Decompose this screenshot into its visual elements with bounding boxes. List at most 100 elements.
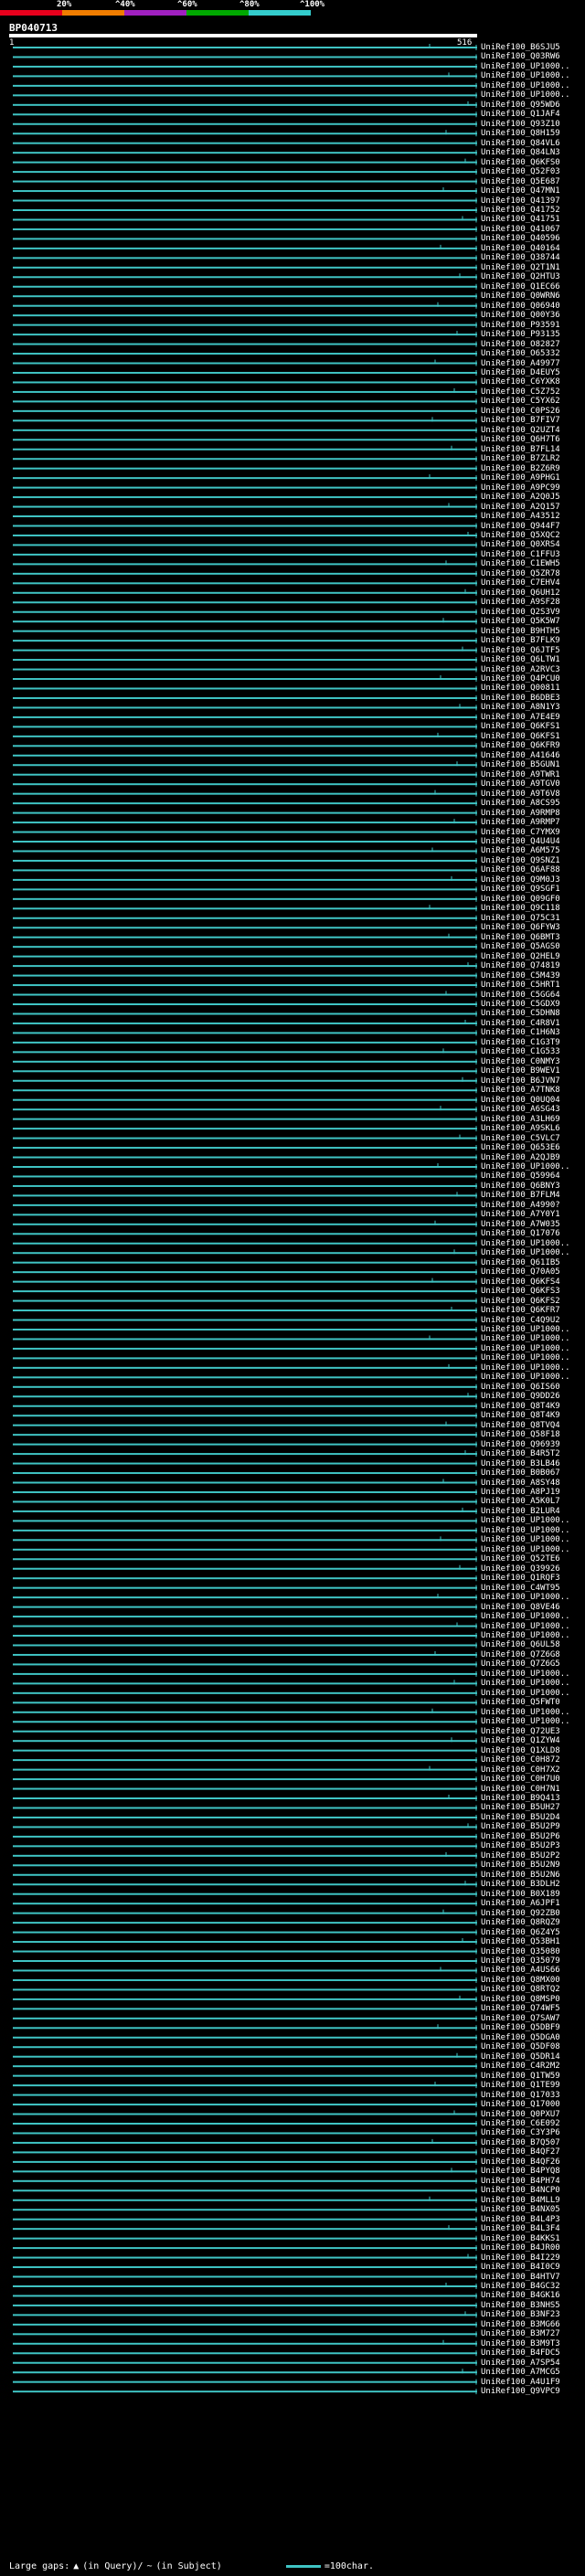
hit-label[interactable]: UniRef100_Q1ZYW4 [481,1736,560,1745]
hit-label[interactable]: UniRef100_Q6FYW3 [481,923,560,932]
hit-label[interactable]: UniRef100_B6DBE3 [481,694,560,703]
hit-bar[interactable] [13,2295,477,2297]
hit-bar[interactable] [13,1079,477,1082]
hit-label[interactable]: UniRef100_Q6AF88 [481,865,560,875]
hit-label[interactable]: UniRef100_A9PC99 [481,483,560,493]
hit-label[interactable]: UniRef100_Q6IS60 [481,1383,560,1392]
hit-label[interactable]: UniRef100_B7FL14 [481,445,560,454]
hit-bar[interactable] [13,1682,477,1685]
hit-label[interactable]: UniRef100_Q35080 [481,1947,560,1956]
hit-label[interactable]: UniRef100_C5VLC7 [481,1134,560,1143]
hit-bar[interactable] [13,726,477,728]
hit-label[interactable]: UniRef100_C0NMY3 [481,1057,560,1066]
hit-bar[interactable] [13,1635,477,1638]
hit-bar[interactable] [13,496,477,499]
hit-label[interactable]: UniRef100_B4NX05 [481,2205,560,2214]
hit-bar[interactable] [13,2027,477,2030]
hit-label[interactable]: UniRef100_UP1000.. [481,1622,570,1631]
hit-label[interactable]: UniRef100_B2LUR4 [481,1507,560,1516]
hit-bar[interactable] [13,2074,477,2077]
hit-label[interactable]: UniRef100_UP1000.. [481,1516,570,1525]
hit-bar[interactable] [13,1711,477,1713]
hit-bar[interactable] [13,2141,477,2144]
hit-bar[interactable] [13,1797,477,1800]
hit-bar[interactable] [13,2113,477,2115]
hit-bar[interactable] [13,993,477,996]
hit-label[interactable]: UniRef100_A9RMP8 [481,809,560,818]
hit-label[interactable]: UniRef100_A8N1Y3 [481,703,560,712]
hit-label[interactable]: UniRef100_C4WT95 [481,1584,560,1593]
hit-label[interactable]: UniRef100_C1FFU3 [481,550,560,559]
hit-bar[interactable] [13,1156,477,1159]
hit-label[interactable]: UniRef100_UP1000.. [481,1535,570,1544]
hit-label[interactable]: UniRef100_Q35079 [481,1956,560,1966]
hit-label[interactable]: UniRef100_Q1EC66 [481,282,560,292]
hit-label[interactable]: UniRef100_Q9M0J3 [481,875,560,885]
hit-bar[interactable] [13,1395,477,1398]
hit-bar[interactable] [13,228,477,230]
hit-label[interactable]: UniRef100_Q1XLD8 [481,1746,560,1755]
hit-label[interactable]: UniRef100_A7W035 [481,1220,560,1229]
hit-bar[interactable] [13,429,477,431]
hit-bar[interactable] [13,1586,477,1589]
hit-label[interactable]: UniRef100_UP1000.. [481,1344,570,1353]
hit-bar[interactable] [13,113,477,116]
hit-label[interactable]: UniRef100_Q2HTU3 [481,272,560,281]
hit-bar[interactable] [13,1443,477,1446]
hit-label[interactable]: UniRef100_Q7SAW7 [481,2014,560,2023]
hit-bar[interactable] [13,859,477,862]
hit-bar[interactable] [13,1567,477,1570]
hit-bar[interactable] [13,1892,477,1895]
hit-label[interactable]: UniRef100_Q5K5W7 [481,617,560,626]
hit-bar[interactable] [13,811,477,814]
hit-label[interactable]: UniRef100_O82827 [481,340,560,349]
hit-bar[interactable] [13,334,477,336]
hit-label[interactable]: UniRef100_O65332 [481,349,560,358]
hit-bar[interactable] [13,850,477,853]
hit-bar[interactable] [13,1012,477,1015]
hit-bar[interactable] [13,1978,477,1981]
hit-bar[interactable] [13,869,477,872]
hit-bar[interactable] [13,1462,477,1465]
hit-bar[interactable] [13,792,477,795]
hit-label[interactable]: UniRef100_Q17000 [481,2100,560,2109]
hit-bar[interactable] [13,47,477,48]
hit-label[interactable]: UniRef100_UP1000.. [481,81,570,90]
hit-label[interactable]: UniRef100_Q75C31 [481,914,560,923]
hit-bar[interactable] [13,2008,477,2010]
hit-label[interactable]: UniRef100_B6SJU5 [481,43,560,52]
hit-label[interactable]: UniRef100_B3NF23 [481,2310,560,2319]
hit-bar[interactable] [13,1490,477,1493]
hit-label[interactable]: UniRef100_P93591 [481,321,560,330]
hit-bar[interactable] [13,190,477,193]
hit-bar[interactable] [13,1184,477,1187]
hit-bar[interactable] [13,2323,477,2326]
hit-label[interactable]: UniRef100_A9SKL6 [481,1124,560,1133]
hit-label[interactable]: UniRef100_Q6UH12 [481,588,560,598]
hit-bar[interactable] [13,1539,477,1542]
hit-label[interactable]: UniRef100_UP1000.. [481,1334,570,1343]
hit-bar[interactable] [13,400,477,403]
hit-label[interactable]: UniRef100_B0B067 [481,1468,560,1478]
hit-bar[interactable] [13,247,477,249]
hit-label[interactable]: UniRef100_Q6LTW1 [481,655,560,664]
hit-label[interactable]: UniRef100_B4L3F4 [481,2224,560,2233]
hit-label[interactable]: UniRef100_Q5E687 [481,177,560,186]
hit-label[interactable]: UniRef100_B6JVN7 [481,1076,560,1086]
hit-bar[interactable] [13,2371,477,2374]
hit-label[interactable]: UniRef100_B5U2P3 [481,1841,560,1850]
hit-bar[interactable] [13,1740,477,1743]
hit-label[interactable]: UniRef100_UP1000.. [481,1239,570,1248]
hit-label[interactable]: UniRef100_Q1RQF3 [481,1574,560,1583]
hit-bar[interactable] [13,2380,477,2383]
hit-label[interactable]: UniRef100_UP1000.. [481,90,570,100]
hit-bar[interactable] [13,1596,477,1599]
hit-bar[interactable] [13,1032,477,1034]
hit-label[interactable]: UniRef100_Q0XRS4 [481,540,560,549]
hit-bar[interactable] [13,295,477,298]
hit-bar[interactable] [13,1787,477,1790]
hit-bar[interactable] [13,276,477,279]
hit-bar[interactable] [13,2284,477,2287]
hit-bar[interactable] [13,735,477,737]
hit-label[interactable]: UniRef100_B7ZLR2 [481,454,560,463]
